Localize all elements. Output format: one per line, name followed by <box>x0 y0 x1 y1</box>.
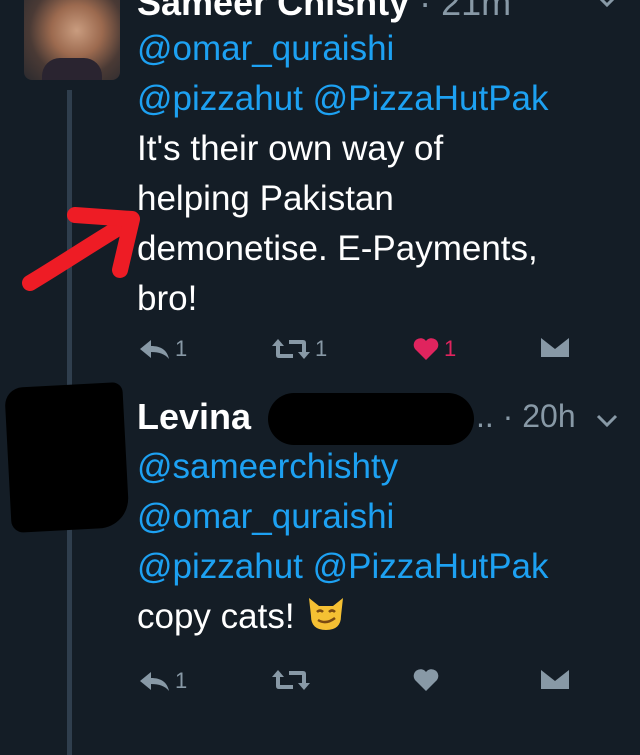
tweet2-reply-button[interactable]: 1 <box>137 668 187 694</box>
tweet1-line-3: demonetise. E-Payments, <box>137 229 538 268</box>
tweet2-actions: 1 <box>137 668 577 708</box>
tweet1-reply-button[interactable]: 1 <box>137 336 187 362</box>
tweet1-retweet-button[interactable]: 1 <box>271 336 327 362</box>
heart-icon <box>413 338 439 360</box>
tweet1-text: @omar_quraishi @pizzahut @PizzaHutPak It… <box>137 24 549 324</box>
tweet2-retweet-button[interactable] <box>271 668 311 692</box>
heart-icon <box>413 669 439 691</box>
tweet1-line-2: helping Pakistan <box>137 179 394 218</box>
tweet1-line-4: bro! <box>137 279 198 318</box>
redacted-avatar <box>4 382 130 533</box>
reply-icon <box>140 672 169 691</box>
tweet1-line-1: It's their own way of <box>137 129 444 168</box>
tweet1-dm-button[interactable] <box>539 336 571 358</box>
tweet2-body: copy cats! <box>137 597 295 636</box>
tweet1-actions: 1 1 1 <box>137 336 577 376</box>
tweet1-reply-count: 1 <box>175 336 188 361</box>
tweet1-like-button[interactable]: 1 <box>412 336 456 362</box>
mention-omar[interactable]: @omar_quraishi <box>137 24 549 74</box>
mention-pizzahut[interactable]: @pizzahut @PizzaHutPak <box>137 74 549 124</box>
redacted-handle <box>268 393 474 445</box>
mention-sameerchishty[interactable]: @sameerchishty <box>137 442 549 492</box>
tweet2-like-button[interactable] <box>412 668 440 692</box>
envelope-icon <box>541 670 569 689</box>
mention-omar[interactable]: @omar_quraishi <box>137 492 549 542</box>
envelope-icon <box>541 338 569 357</box>
tweet2-chevron-down-icon[interactable] <box>596 414 618 428</box>
mention-pizzahut[interactable]: @pizzahut @PizzaHutPak <box>137 542 549 592</box>
tweet1-author-name[interactable]: Sameer Chishty <box>137 0 409 23</box>
retweet-icon <box>272 670 310 690</box>
tweet1-dot: · <box>419 0 432 23</box>
tweet2-author-name[interactable]: Levina <box>137 396 251 437</box>
tweet2-timestamp[interactable]: · 20h <box>503 398 576 434</box>
tweet2-handle-tail: .. <box>476 398 494 434</box>
tweet2-header: Levina <box>137 396 251 438</box>
red-arrow-annotation <box>22 207 140 291</box>
tweet1-like-count: 1 <box>444 336 457 361</box>
retweet-icon <box>272 339 310 359</box>
tweet1-header: Sameer Chishty · 21m <box>137 0 511 24</box>
tweet2-dm-button[interactable] <box>539 668 571 690</box>
tweet1-timestamp[interactable]: 21m <box>441 0 511 23</box>
tweet2-meta: .. · 20h <box>476 398 576 435</box>
tweet2-reply-count: 1 <box>175 668 188 693</box>
smirking-cat-icon <box>308 598 343 630</box>
reply-icon <box>140 340 169 359</box>
tweet2-line-text: copy cats! <box>137 592 549 642</box>
tweet2-text: @sameerchishty @omar_quraishi @pizzahut … <box>137 442 549 642</box>
avatar-sameer[interactable] <box>24 0 120 80</box>
tweet1-chevron-down-icon[interactable] <box>596 0 618 8</box>
tweet1-retweet-count: 1 <box>315 336 328 361</box>
